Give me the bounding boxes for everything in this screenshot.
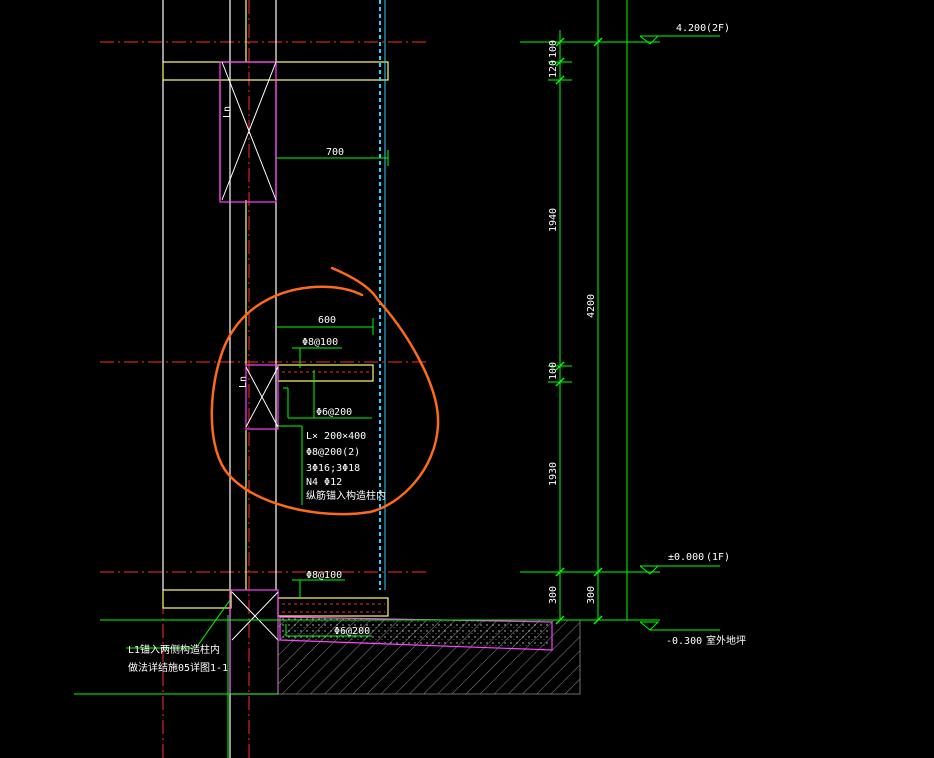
- lintel-label-top: Ln: [222, 106, 233, 118]
- level-2f-floor: (2F): [706, 23, 730, 34]
- dim-600: 600: [318, 315, 336, 326]
- cad-section-drawing: 700 600 100 120 1940 4200 100 1930 300 3…: [74, 0, 746, 758]
- beam-spec-line-2: Φ8@200(2): [306, 447, 360, 458]
- beam-spec-line-1: L× 200×400: [306, 431, 366, 442]
- lintel-label-mid: Ln: [238, 376, 249, 388]
- level-2f-value: 4.200: [676, 23, 706, 34]
- dim-v-300-a: 300: [548, 586, 559, 604]
- dim-v-100-mid: 100: [548, 362, 559, 380]
- beam-spec-line-4: N4 Φ12: [306, 477, 342, 488]
- level-1f-floor: (1F): [706, 552, 730, 563]
- ground-level-value: -0.300: [666, 636, 702, 647]
- dim-v-4200: 4200: [586, 294, 597, 318]
- dim-v-120: 120: [548, 60, 559, 78]
- level-1f-value: ±0.000: [668, 552, 704, 563]
- note-line-1: L1锚入两侧构造柱内: [128, 643, 220, 656]
- dim-v-1930: 1930: [548, 462, 559, 486]
- dim-700: 700: [326, 147, 344, 158]
- rebar-label-8-100-top: Φ8@100: [302, 337, 338, 348]
- dim-v-300-b: 300: [586, 586, 597, 604]
- cad-drawing-canvas[interactable]: 700 600 100 120 1940 4200 100 1930 300 3…: [0, 0, 934, 758]
- dim-v-1940: 1940: [548, 208, 559, 232]
- note-line-2: 做法详结施05详图1-1: [128, 661, 228, 674]
- ground-level-label: 室外地坪: [706, 634, 746, 647]
- rebar-label-6-200-mid: Φ6@200: [316, 407, 352, 418]
- rebar-label-6-200-bottom: Φ6@200: [334, 626, 370, 637]
- dimension-ticks: [555, 37, 603, 625]
- beam-spec-line-3: 3Φ16;3Φ18: [306, 463, 360, 474]
- column-outline: [219, 61, 553, 695]
- beam-spec-line-5: 纵筋锚入构造柱内: [306, 489, 386, 502]
- rebar-label-8-100-bottom: Φ8@100: [306, 570, 342, 581]
- dim-v-100-top: 100: [548, 40, 559, 58]
